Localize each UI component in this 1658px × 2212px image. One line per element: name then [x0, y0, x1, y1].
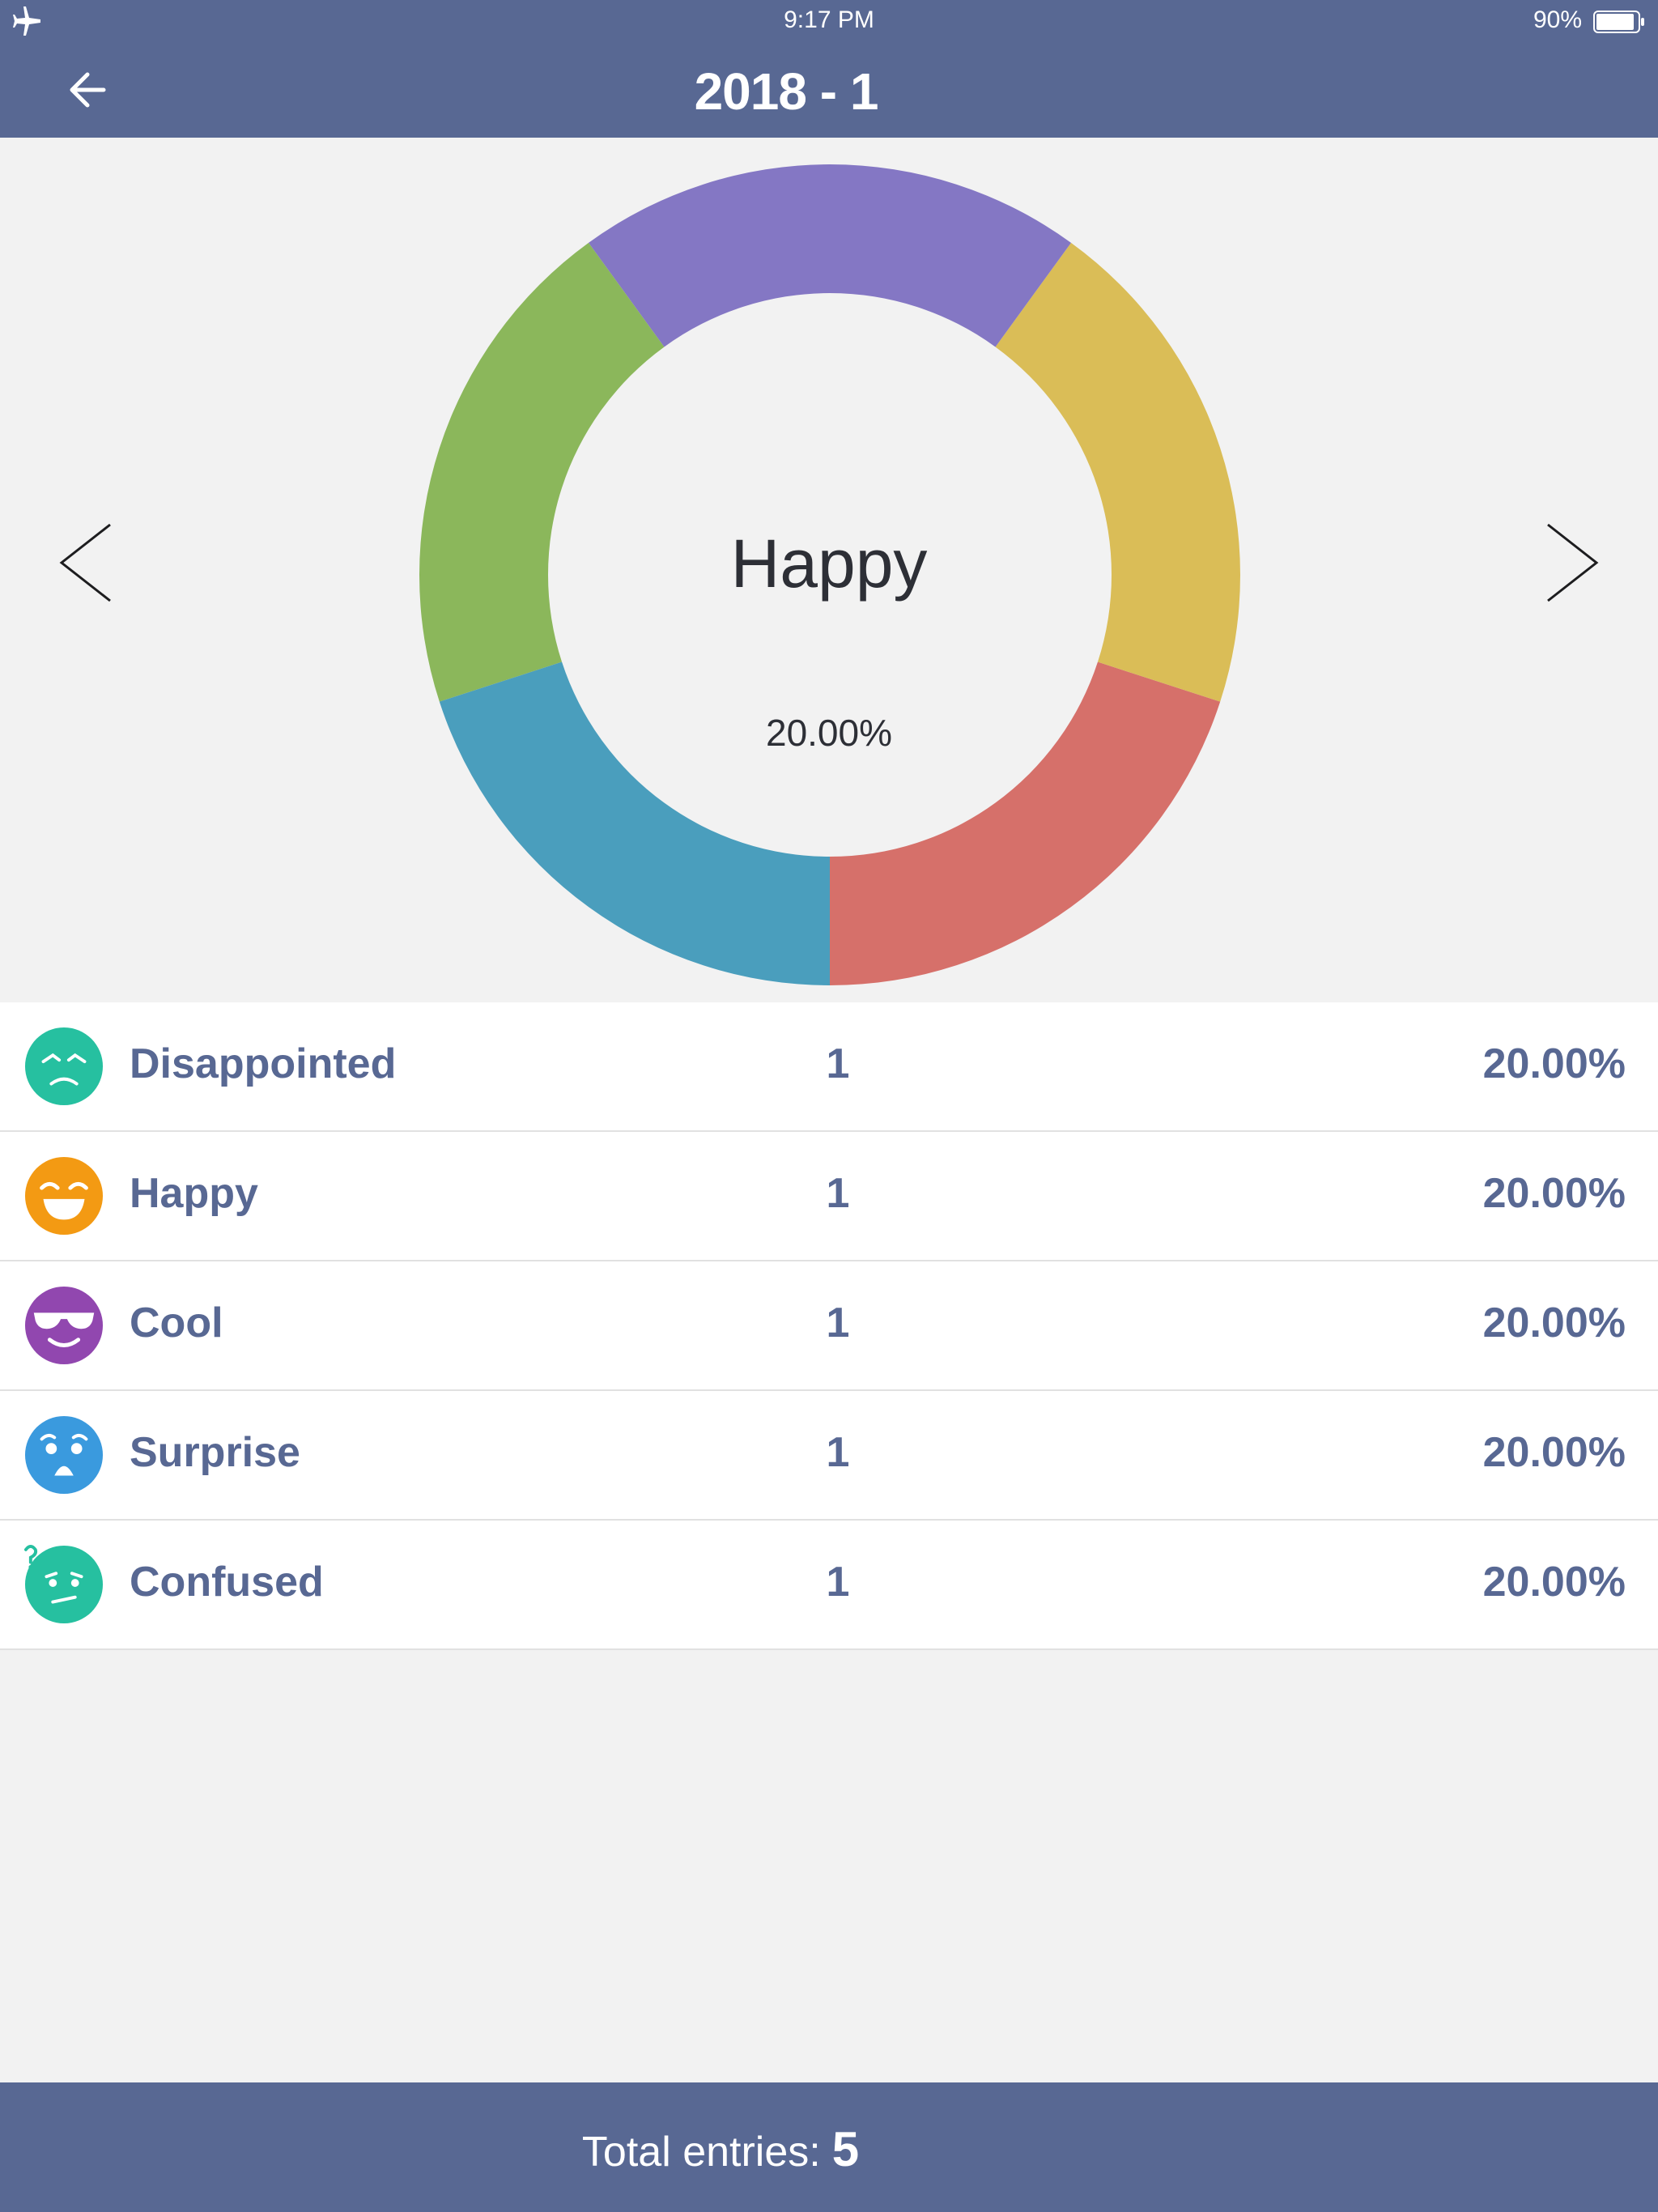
emotion-name: Happy [130, 1170, 258, 1217]
emotion-percent: 20.00% [1482, 1559, 1626, 1606]
selected-emotion-label: Happy [730, 525, 928, 602]
emotion-percent: 20.00% [1482, 1170, 1626, 1217]
cool-face-icon [24, 1286, 104, 1365]
emotion-name: Confused [130, 1559, 324, 1606]
next-arrow-icon[interactable] [1540, 518, 1605, 607]
emotion-count: 1 [826, 1300, 850, 1346]
list-item[interactable]: Cool 1 20.00% [0, 1261, 1658, 1391]
surprise-face-icon [24, 1415, 104, 1495]
emotion-percent: 20.00% [1482, 1300, 1626, 1346]
status-time: 9:17 PM [784, 6, 874, 33]
emotion-count: 1 [826, 1559, 850, 1606]
happy-face-icon [24, 1156, 104, 1236]
list-item[interactable]: Happy 1 20.00% [0, 1132, 1658, 1261]
total-entries-label: Total entries: [581, 2129, 821, 2176]
battery-percent: 90% [1533, 6, 1582, 33]
emotion-percent: 20.00% [1482, 1040, 1626, 1087]
emotion-name: Surprise [130, 1429, 300, 1476]
emotion-list: Disappointed 1 20.00% Happy 1 20.00% Coo… [0, 1002, 1658, 1650]
chart-area: Happy 20.00% [0, 138, 1658, 1002]
emotion-count: 1 [826, 1040, 850, 1087]
list-item[interactable]: Disappointed 1 20.00% [0, 1002, 1658, 1132]
donut-slice-happy[interactable] [995, 242, 1240, 702]
status-bar: 9:17 PM 90% [0, 0, 1658, 42]
total-entries: Total entries: 5 [0, 2121, 1441, 2177]
list-item[interactable]: Surprise 1 20.00% [0, 1391, 1658, 1521]
emotion-count: 1 [826, 1429, 850, 1476]
selected-emotion-percent: 20.00% [765, 712, 892, 754]
previous-arrow-icon[interactable] [53, 518, 118, 607]
confused-face-icon [24, 1545, 104, 1624]
emotion-percent: 20.00% [1482, 1429, 1626, 1476]
donut-slice-cool[interactable] [588, 164, 1072, 347]
battery-icon [1593, 11, 1644, 33]
total-entries-value: 5 [831, 2122, 860, 2176]
footer-bar: Total entries: 5 [0, 2082, 1658, 2212]
emotion-name: Disappointed [130, 1040, 397, 1087]
donut-slice-surprise[interactable] [419, 242, 665, 702]
page-title: 2018 - 1 [694, 62, 879, 121]
disappointed-face-icon [24, 1027, 104, 1106]
list-item[interactable]: Confused 1 20.00% [0, 1521, 1658, 1650]
emotion-count: 1 [826, 1170, 850, 1217]
emotion-name: Cool [130, 1300, 223, 1346]
nav-bar: 2018 - 1 [0, 42, 1658, 138]
